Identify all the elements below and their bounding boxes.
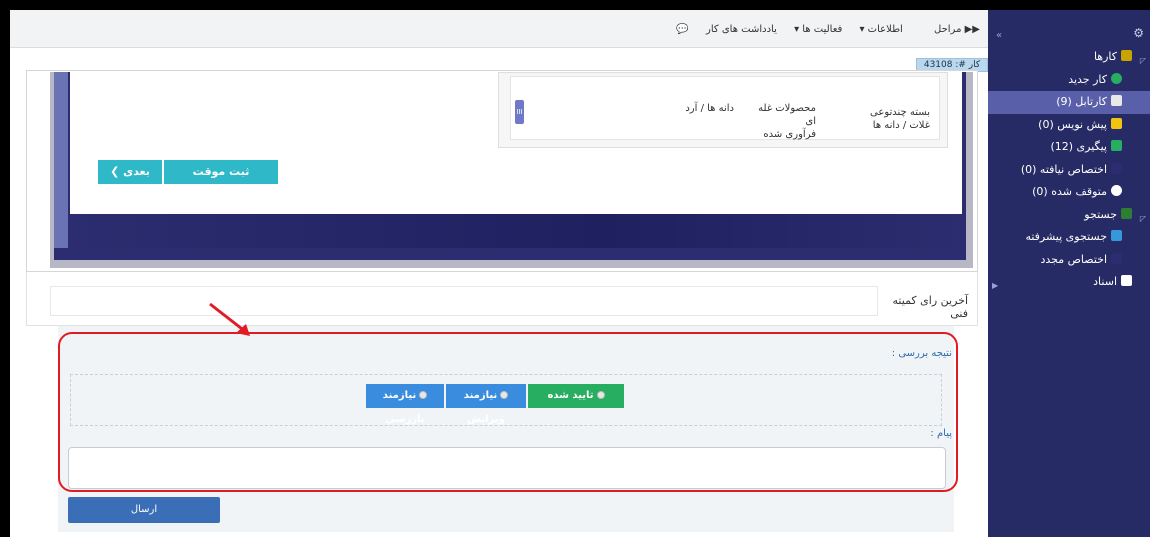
nav-steps-label: مراحل xyxy=(934,24,962,35)
committee-vote-value xyxy=(50,286,878,316)
form-frame-stripe xyxy=(54,72,68,248)
annotation-outline xyxy=(58,332,958,492)
sidebar-item-label: اختصاص مجدد xyxy=(1040,252,1107,266)
product-col-2-line-2: فرآوری شده xyxy=(763,129,816,140)
document-icon xyxy=(1111,140,1122,151)
sidebar-item-search[interactable]: جستجو ◸ xyxy=(988,204,1150,227)
committee-vote-label: آخرین رای کمیته فنی xyxy=(892,294,968,320)
sidebar-item-unassigned[interactable]: اختصاص نیافته (0) xyxy=(988,159,1150,182)
sidebar: » ⚙ کارها ◸ کار جدید کارتابل (9) پیش نویس… xyxy=(988,10,1150,537)
next-button[interactable]: بعدی ❯ xyxy=(98,160,162,184)
sidebar-item-participated[interactable]: پیگیری (12) xyxy=(988,136,1150,159)
sidebar-item-label: اسناد xyxy=(1093,275,1117,288)
search-icon xyxy=(1121,207,1132,219)
notes-icon: 💬 xyxy=(676,24,689,35)
sidebar-item-label: کارتابل (9) xyxy=(1056,95,1107,108)
sidebar-item-cases[interactable]: کارها ◸ xyxy=(988,46,1150,69)
pause-icon xyxy=(1111,185,1122,196)
sidebar-header: » ⚙ xyxy=(988,10,1150,46)
folder-icon xyxy=(1121,50,1132,61)
nav-info[interactable]: اطلاعات ▾ xyxy=(859,24,902,35)
reassign-icon xyxy=(1111,252,1122,264)
sidebar-item-label: پیگیری (12) xyxy=(1050,140,1107,153)
plus-icon xyxy=(1111,72,1122,84)
product-col-2-line-1: محصولات غله ای xyxy=(758,103,816,127)
nav-steps[interactable]: ▶▶ مراحل xyxy=(920,24,980,35)
advanced-search-icon xyxy=(1111,230,1122,241)
inbox-icon xyxy=(1111,95,1122,106)
sidebar-item-drafts[interactable]: پیش نویس (0) xyxy=(988,114,1150,137)
sidebar-item-label: کار جدید xyxy=(1068,72,1107,86)
drag-handle-icon[interactable]: III xyxy=(515,100,524,124)
sidebar-item-inbox[interactable]: کارتابل (9) xyxy=(988,91,1150,114)
sidebar-item-reassign[interactable]: اختصاص مجدد xyxy=(988,249,1150,272)
settings-icon[interactable]: ⚙ xyxy=(1133,26,1144,40)
sidebar-item-advanced-search[interactable]: جستجوی پیشرفته xyxy=(988,226,1150,249)
sidebar-item-label: کارها xyxy=(1093,50,1117,63)
pencil-icon xyxy=(1111,117,1122,129)
nav-activities[interactable]: فعالیت ها ▾ xyxy=(794,24,842,35)
app-window: ▶▶ مراحل اطلاعات ▾ فعالیت ها ▾ یادداشت ه… xyxy=(10,10,1150,537)
sidebar-item-label: جستجوی پیشرفته xyxy=(1025,230,1107,243)
nav-case-notes-label: یادداشت های کار xyxy=(706,24,777,35)
annotation-arrow-icon xyxy=(209,302,250,336)
product-col-1-line-1: بسته چندتوعی xyxy=(870,107,930,118)
top-nav: ▶▶ مراحل اطلاعات ▾ فعالیت ها ▾ یادداشت ه… xyxy=(648,24,980,35)
sidebar-item-new-case[interactable]: کار جدید xyxy=(988,69,1150,92)
product-col-3[interactable]: دانه ها / آرد xyxy=(674,102,734,115)
product-col-2[interactable]: محصولات غله ای فرآوری شده xyxy=(754,102,816,141)
sidebar-item-paused[interactable]: متوقف شده (0) xyxy=(988,181,1150,204)
product-col-1[interactable]: بسته چندتوعی غلات / دانه ها xyxy=(870,106,930,132)
sidebar-item-label: اختصاص نیافته (0) xyxy=(1020,162,1107,176)
expand-arrow-icon: ▶ xyxy=(992,281,999,290)
send-button[interactable]: ارسال xyxy=(68,497,220,523)
documents-icon xyxy=(1121,275,1132,286)
unassigned-icon xyxy=(1111,162,1122,174)
main-area: ▶▶ مراحل اطلاعات ▾ فعالیت ها ▾ یادداشت ه… xyxy=(10,10,988,537)
nav-case-notes[interactable]: یادداشت های کار 💬 xyxy=(662,24,777,35)
sidebar-item-label: متوقف شده (0) xyxy=(1032,185,1107,198)
sidebar-item-label: جستجو xyxy=(1084,207,1117,221)
top-bar: ▶▶ مراحل اطلاعات ▾ فعالیت ها ▾ یادداشت ه… xyxy=(10,10,988,48)
form-frame-footer xyxy=(70,214,962,248)
collapse-sidebar-icon[interactable]: » xyxy=(996,30,1002,41)
sidebar-item-label: پیش نویس (0) xyxy=(1038,117,1107,131)
product-col-3-line-1: دانه ها / آرد xyxy=(685,103,734,114)
product-col-1-line-2: غلات / دانه ها xyxy=(872,120,930,131)
sidebar-item-documents[interactable]: اسناد ▶ xyxy=(988,271,1150,294)
save-draft-button[interactable]: ثبت موقت xyxy=(164,160,278,184)
